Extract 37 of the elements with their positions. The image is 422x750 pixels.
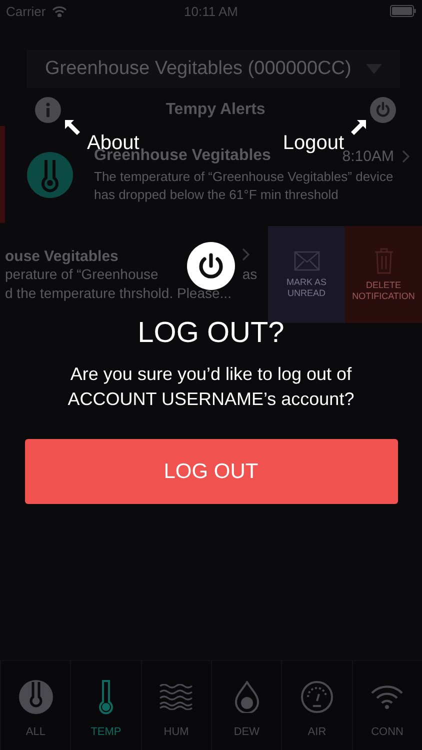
power-icon[interactable] [370,97,396,123]
alert-title: Greenhouse Vegitables [94,147,271,165]
tab[interactable]: ALL [0,661,70,750]
hint-label: Logout [282,132,344,154]
chevron-icon [242,248,250,261]
info-icon[interactable] [35,97,61,123]
tab[interactable]: CONN [352,661,422,750]
alert-title: ouse Vegitables [5,248,118,265]
arrow-icon [65,120,81,136]
thermometer-icon [18,679,54,715]
tab[interactable]: AIR [281,661,352,750]
waves-icon [159,684,194,710]
tab[interactable]: HUM [140,661,211,750]
alert-message: The temperature of “Greenhouse Vegitables” device has dropped below the 61°F min threshold [94,168,394,204]
envelope-icon [294,250,320,270]
arrow-icon [350,120,366,136]
device-dropdown[interactable]: Greenhouse Vegitables (000000CC) [27,50,400,88]
tab[interactable]: TEMP [70,661,141,750]
screen-title: Tempy Alerts [166,101,266,119]
clock-time: 10:11 AM [184,4,238,18]
delete-action[interactable]: DELETE NOTIFICATION [345,226,422,323]
carrier-name: Carrier [6,4,46,18]
alert-message: as [242,265,258,284]
gauge-icon [300,680,334,714]
droplet-icon [234,681,260,713]
alert-message: d the temperature thrshold. Please... [5,284,232,303]
wifi-icon [370,684,404,710]
thermometer-icon [27,152,73,198]
wifi-icon [52,6,67,16]
tab[interactable]: DEW [210,661,282,750]
mark-unread-action[interactable]: MARK AS UNREAD [268,226,345,323]
battery-icon [390,5,416,17]
logout-button[interactable]: LOG OUT [24,439,398,504]
trash-icon [374,248,394,274]
dialog-message: Are you sure you’d like to log out of ACCOUNT USERNAME’s account? [66,363,356,411]
alert-message: perature of “Greenhouse [5,265,158,284]
chevron-icon [402,150,410,162]
